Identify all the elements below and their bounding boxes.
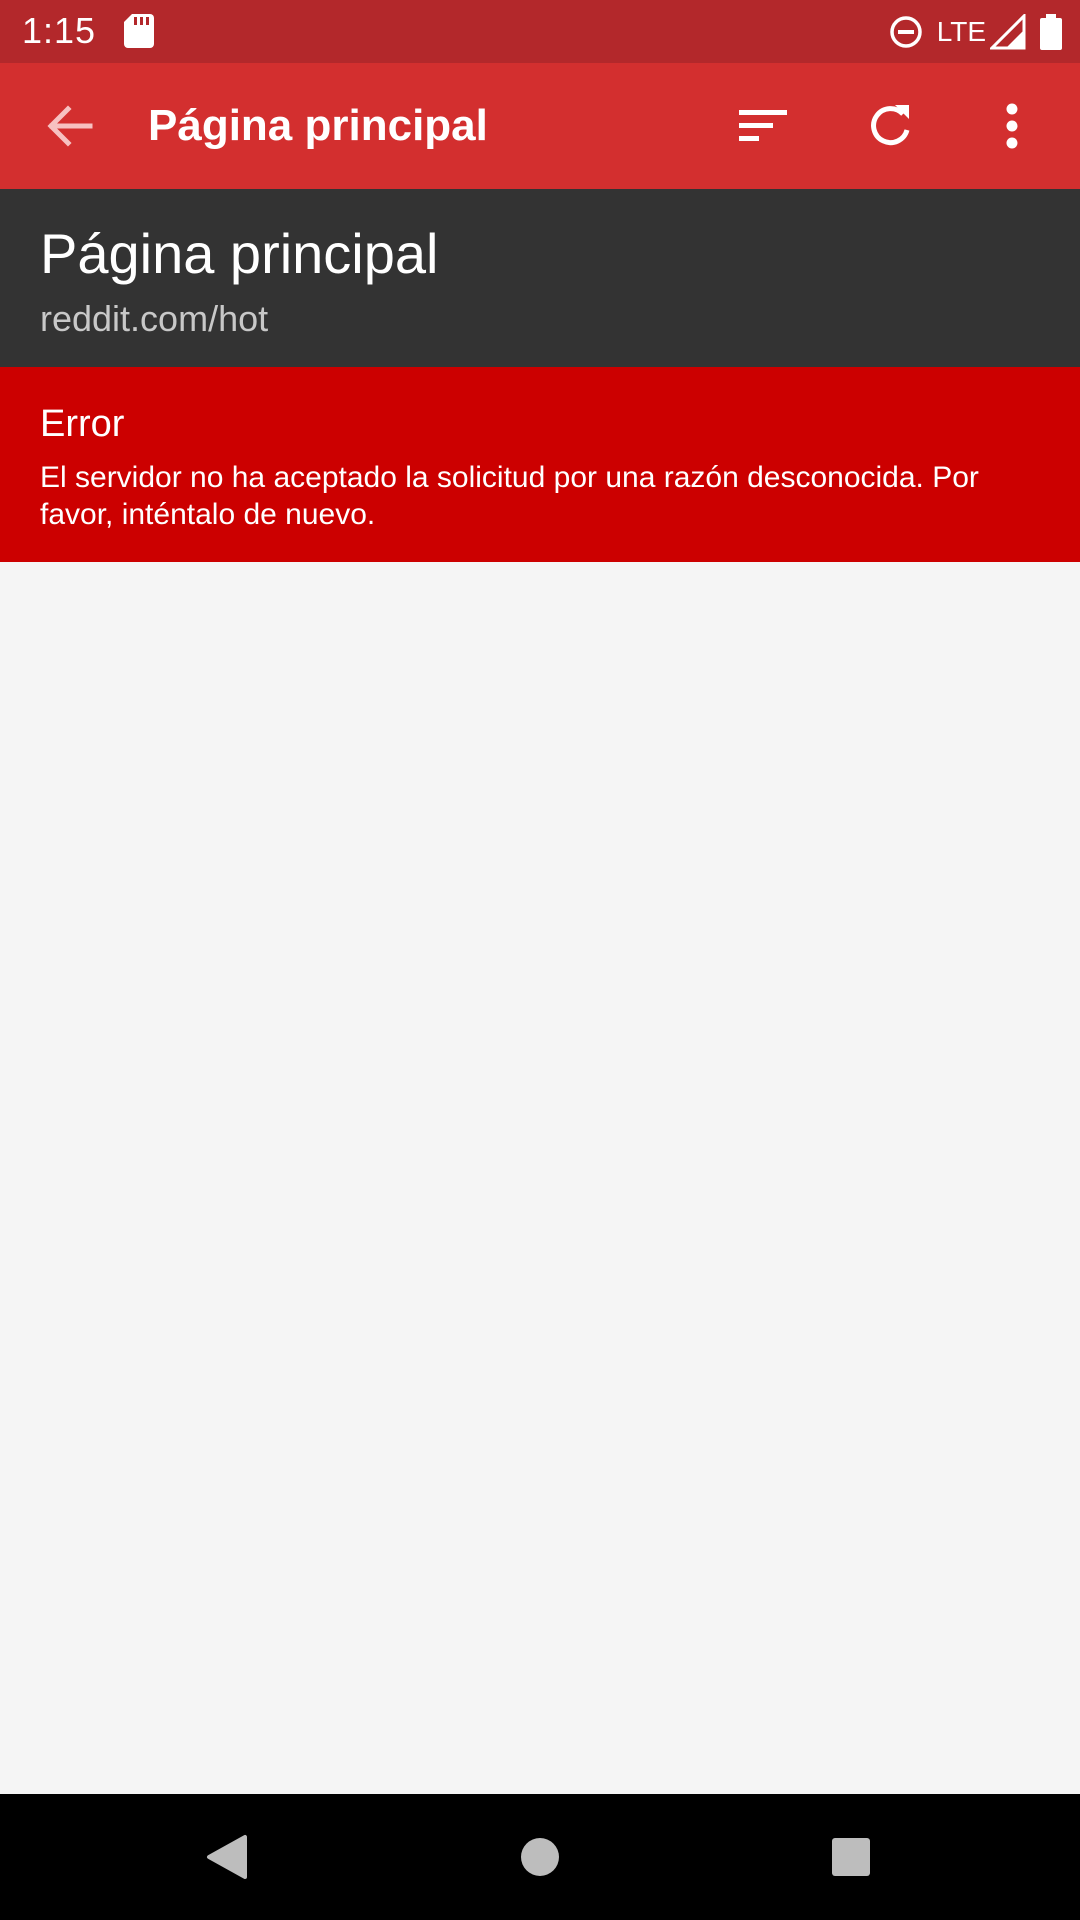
back-arrow-icon: [47, 105, 93, 147]
screen: 1:15 LTE Página principal Página princip…: [0, 0, 1080, 1920]
home-circle-icon: [521, 1838, 559, 1876]
error-message: El servidor no ha aceptado la solicitud …: [40, 461, 979, 531]
sort-icon: [739, 110, 787, 141]
recents-square-icon: [832, 1838, 870, 1876]
nav-home-button[interactable]: [507, 1824, 573, 1890]
signal-icon: [990, 14, 1026, 50]
navigation-bar: [0, 1794, 1080, 1920]
back-triangle-icon: [207, 1835, 247, 1879]
network-type: LTE: [936, 16, 986, 47]
status-icons: LTE: [889, 10, 1062, 54]
nav-recents-button[interactable]: [818, 1824, 884, 1890]
content-area: [0, 562, 1080, 1794]
subreddit-header: Página principal reddit.com/hot: [0, 189, 1080, 367]
status-bar: 1:15 LTE: [0, 0, 1080, 63]
error-panel[interactable]: Error El servidor no ha aceptado la soli…: [0, 367, 1080, 562]
error-title: Error: [40, 403, 125, 445]
do-not-disturb-icon: [889, 16, 922, 48]
refresh-icon: [871, 105, 910, 146]
status-time: 1:15: [22, 10, 97, 51]
sort-button[interactable]: [730, 93, 796, 159]
subreddit-title: Página principal: [40, 222, 439, 285]
back-button[interactable]: [36, 93, 102, 159]
more-vert-icon: [1006, 103, 1018, 149]
app-bar-title: Página principal: [148, 101, 488, 150]
app-bar: Página principal: [0, 63, 1080, 189]
refresh-button[interactable]: [857, 93, 923, 159]
nav-back-button[interactable]: [194, 1824, 260, 1890]
sd-card-icon: [124, 14, 154, 48]
subreddit-url: reddit.com/hot: [40, 298, 269, 339]
more-options-button[interactable]: [979, 93, 1045, 159]
battery-icon: [1040, 14, 1062, 50]
